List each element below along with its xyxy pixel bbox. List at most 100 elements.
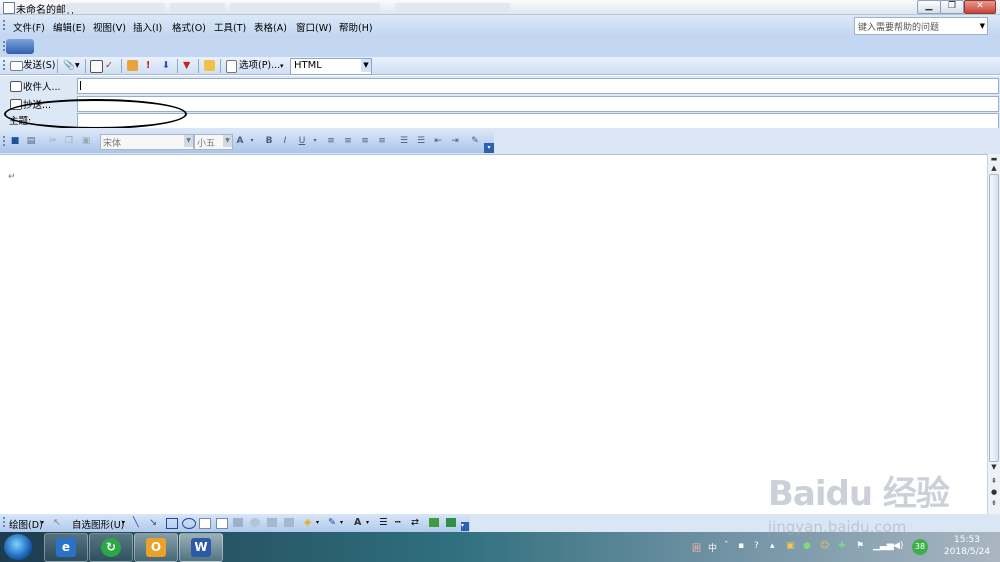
line-style-icon[interactable]: ☰ <box>379 517 388 528</box>
scroll-thumb[interactable] <box>989 174 999 462</box>
ime-punctuation-icon[interactable]: ˇ <box>724 541 729 551</box>
font-color-icon[interactable]: A <box>354 517 361 528</box>
paste-icon[interactable]: ▣ <box>81 136 91 146</box>
chevron-down-icon[interactable]: ▾ <box>316 519 319 526</box>
notification-badge[interactable]: 38 <box>912 539 928 555</box>
message-format-select[interactable]: HTML ▼ <box>290 58 372 75</box>
options-button[interactable]: 选项(P)... <box>239 59 280 73</box>
close-button[interactable]: ✕ <box>964 0 996 14</box>
draw-menu-button[interactable]: 绘图(D) <box>9 517 43 531</box>
align-center-icon[interactable]: ≡ <box>343 136 353 146</box>
numbered-list-icon[interactable]: ☰ <box>399 136 409 146</box>
toolbar-grip[interactable] <box>3 20 5 32</box>
autoshapes-button[interactable]: 自选图形(U) <box>72 517 124 531</box>
chevron-down-icon[interactable]: ▾ <box>247 136 257 146</box>
attach-file-icon[interactable]: 📎▾ <box>63 59 80 73</box>
oval-icon[interactable] <box>182 518 196 529</box>
chevron-down-icon[interactable]: ▾ <box>366 519 369 526</box>
previous-page-icon[interactable]: ⇞ <box>989 476 999 486</box>
importance-low-icon[interactable]: ⬇ <box>162 59 170 73</box>
taskbar-app-outlook[interactable]: O <box>134 533 178 562</box>
menu-format[interactable]: 格式(O) <box>172 20 206 34</box>
arrow-style-icon[interactable]: ⇄ <box>411 517 419 528</box>
diagram-icon[interactable] <box>250 518 260 527</box>
dash-style-icon[interactable]: ┅ <box>395 517 401 528</box>
tray-app-icon[interactable]: ✚ <box>838 541 846 551</box>
3d-style-icon[interactable] <box>446 518 456 527</box>
scroll-down-icon[interactable]: ▼ <box>989 462 999 472</box>
menu-help[interactable]: 帮助(H) <box>339 20 373 34</box>
toolbar-grip[interactable] <box>3 41 5 53</box>
tray-app-icon[interactable]: ● <box>803 541 811 551</box>
vertical-scrollbar[interactable]: ▬ ▲ ▼ ⇞ ● ⇟ <box>987 154 1000 514</box>
italic-icon[interactable]: I <box>280 136 290 146</box>
send-button[interactable]: 发送(S) <box>23 59 55 73</box>
menu-window[interactable]: 窗口(W) <box>296 20 332 34</box>
font-name-select[interactable]: 宋体 ▼ <box>100 134 194 150</box>
scroll-up-icon[interactable]: ▲ <box>989 163 999 173</box>
bullet-list-icon[interactable]: ☰ <box>416 136 426 146</box>
copy-icon[interactable]: ❐ <box>64 136 74 146</box>
next-page-icon[interactable]: ⇟ <box>989 498 999 508</box>
shadow-style-icon[interactable] <box>429 518 439 527</box>
cc-field[interactable] <box>77 96 999 112</box>
menu-table[interactable]: 表格(A) <box>254 20 287 34</box>
font-size-select[interactable]: 小五 ▼ <box>194 134 233 150</box>
select-objects-icon[interactable]: ↖ <box>53 517 61 528</box>
font-color-icon[interactable]: A <box>235 136 245 146</box>
menu-view[interactable]: 视图(V) <box>93 20 126 34</box>
taskbar-app-360[interactable]: ↻ <box>89 533 133 562</box>
minimize-button[interactable]: ▁ <box>917 0 941 14</box>
decrease-indent-icon[interactable]: ⇤ <box>433 136 443 146</box>
to-button[interactable]: 收件人... <box>23 79 61 93</box>
increase-indent-icon[interactable]: ⇥ <box>450 136 460 146</box>
chevron-down-icon[interactable]: ▾ <box>122 519 125 526</box>
menu-tools[interactable]: 工具(T) <box>214 20 246 34</box>
chevron-down-icon[interactable]: ▾ <box>41 519 44 526</box>
chevron-down-icon[interactable]: ▾ <box>340 519 343 526</box>
toolbar-grip[interactable] <box>3 517 5 529</box>
chevron-down-icon[interactable]: ▼ <box>184 135 193 147</box>
text-box-icon[interactable] <box>199 518 211 529</box>
select-browse-object-icon[interactable]: ● <box>989 487 999 497</box>
rectangle-icon[interactable] <box>166 518 178 529</box>
ime-settings-icon[interactable]: ▪ <box>738 541 744 551</box>
underline-icon[interactable]: U <box>297 136 307 146</box>
toolbar-options-icon[interactable]: ▾ <box>484 143 494 153</box>
save-icon[interactable]: ■ <box>10 136 20 146</box>
tray-app-icon[interactable]: ☺ <box>820 541 829 551</box>
wordart-icon[interactable] <box>233 518 243 527</box>
toolbar-options-icon[interactable]: ▾ <box>461 522 469 531</box>
align-left-icon[interactable]: ≡ <box>326 136 336 146</box>
menu-file[interactable]: 文件(F) <box>13 20 45 34</box>
restore-button[interactable]: ❐ <box>940 0 964 14</box>
bold-icon[interactable]: B <box>264 136 274 146</box>
chevron-down-icon[interactable]: ▼ <box>980 22 985 30</box>
line-icon[interactable]: ╲ <box>133 517 139 528</box>
subject-field[interactable] <box>77 113 999 129</box>
collapsed-toolbar[interactable] <box>6 39 34 54</box>
menu-edit[interactable]: 编辑(E) <box>53 20 85 34</box>
toolbar-grip[interactable] <box>3 136 5 148</box>
chevron-down-icon[interactable]: ▼ <box>361 59 371 72</box>
start-button[interactable] <box>4 534 32 560</box>
signature-icon[interactable] <box>127 60 138 71</box>
fill-color-icon[interactable]: ◈ <box>304 517 311 528</box>
importance-high-icon[interactable]: ! <box>146 59 150 73</box>
cut-icon[interactable]: ✂ <box>48 136 58 146</box>
vertical-text-box-icon[interactable] <box>216 518 228 529</box>
volume-icon[interactable]: ◀) <box>893 541 903 551</box>
chevron-down-icon[interactable]: ▾ <box>310 136 320 146</box>
ime-language[interactable]: 中 <box>708 541 717 554</box>
network-icon[interactable]: ▁▃▅ <box>873 541 894 551</box>
taskbar-app-ie[interactable]: e <box>44 533 88 562</box>
flag-icon[interactable]: ▼ <box>183 59 190 73</box>
action-center-icon[interactable]: ⚑ <box>856 541 864 551</box>
to-field[interactable] <box>77 78 999 94</box>
tray-app-icon[interactable]: ▣ <box>786 541 795 551</box>
help-search-input[interactable]: 键入需要帮助的问题 ▼ <box>854 17 988 35</box>
picture-icon[interactable] <box>284 518 294 527</box>
help-icon[interactable]: ? <box>754 541 759 551</box>
justify-icon[interactable]: ≡ <box>377 136 387 146</box>
align-right-icon[interactable]: ≡ <box>360 136 370 146</box>
